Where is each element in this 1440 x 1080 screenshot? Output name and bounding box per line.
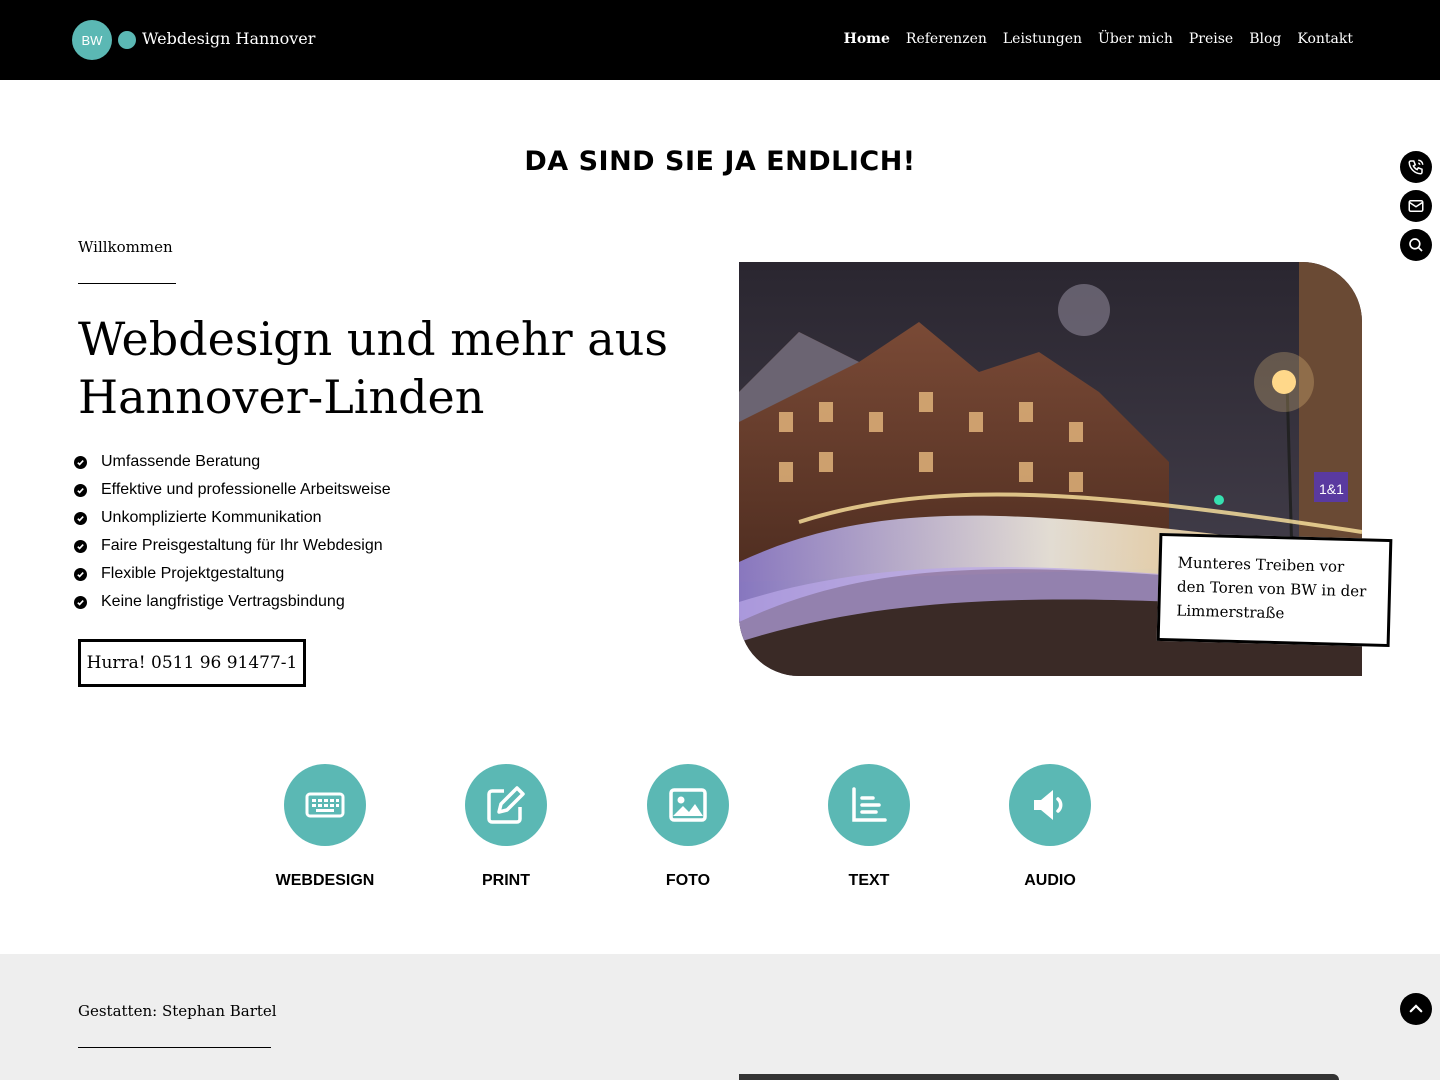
check-circle-icon bbox=[74, 539, 87, 553]
scroll-to-top-button[interactable] bbox=[1400, 993, 1432, 1025]
service-icon-circle bbox=[1009, 764, 1091, 846]
service-text[interactable]: TEXT bbox=[799, 764, 939, 890]
edit-icon bbox=[487, 786, 525, 824]
nav-leistungen[interactable]: Leistungen bbox=[1003, 31, 1082, 47]
service-audio[interactable]: AUDIO bbox=[980, 764, 1120, 890]
mail-button[interactable] bbox=[1400, 190, 1432, 222]
chart-icon bbox=[852, 787, 887, 822]
list-item: Effektive und professionelle Arbeitsweis… bbox=[74, 476, 391, 504]
nav-home[interactable]: Home bbox=[844, 31, 890, 47]
page-heading: DA SIND SIE JA ENDLICH! bbox=[524, 146, 916, 177]
about-photo bbox=[739, 1074, 1339, 1080]
feature-text: Faire Preisgestaltung für Ihr Webdesign bbox=[101, 537, 383, 554]
hero-title-line2: Hannover-Linden bbox=[78, 370, 485, 424]
nav-ueber-mich[interactable]: Über mich bbox=[1098, 31, 1173, 47]
welcome-kicker: Willkommen bbox=[78, 238, 173, 256]
service-foto[interactable]: FOTO bbox=[618, 764, 758, 890]
hero-title: Webdesign und mehr aus Hannover-Linden bbox=[78, 310, 698, 426]
kicker-divider bbox=[78, 283, 176, 284]
site-header: BW Webdesign Hannover Home Referenzen Le… bbox=[0, 0, 1440, 80]
list-item: Faire Preisgestaltung für Ihr Webdesign bbox=[74, 532, 391, 560]
feature-list: Umfassende Beratung Effektive und profes… bbox=[74, 448, 391, 616]
feature-text: Effektive und professionelle Arbeitsweis… bbox=[101, 481, 391, 498]
nav-referenzen[interactable]: Referenzen bbox=[906, 31, 987, 47]
nav-blog[interactable]: Blog bbox=[1249, 31, 1281, 47]
feature-text: Flexible Projektgestaltung bbox=[101, 565, 285, 582]
logo-dot-icon bbox=[118, 31, 136, 49]
service-label: WEBDESIGN bbox=[275, 872, 375, 889]
service-label: PRINT bbox=[482, 872, 530, 889]
speaker-icon bbox=[1034, 790, 1063, 820]
about-kicker-divider bbox=[78, 1047, 271, 1048]
service-icon-circle bbox=[647, 764, 729, 846]
nav-kontakt[interactable]: Kontakt bbox=[1297, 31, 1353, 47]
photo-caption: Munteres Treiben vor den Toren von BW in… bbox=[1156, 532, 1393, 648]
hero-title-line1: Webdesign und mehr aus bbox=[78, 312, 668, 366]
check-circle-icon bbox=[74, 567, 87, 581]
list-item: Unkomplizierte Kommunikation bbox=[74, 504, 391, 532]
service-icon-circle bbox=[465, 764, 547, 846]
shop-sign-text: 1&1 bbox=[1319, 481, 1344, 497]
service-print[interactable]: PRINT bbox=[436, 764, 576, 890]
check-circle-icon bbox=[74, 511, 87, 525]
check-circle-icon bbox=[74, 483, 87, 497]
feature-text: Keine langfristige Vertragsbindung bbox=[101, 593, 345, 610]
service-label: AUDIO bbox=[1024, 872, 1076, 889]
search-icon bbox=[1409, 238, 1423, 252]
nav-preise[interactable]: Preise bbox=[1189, 31, 1233, 47]
service-label: FOTO bbox=[665, 872, 711, 889]
check-circle-icon bbox=[74, 455, 87, 469]
image-icon bbox=[669, 788, 707, 822]
service-webdesign[interactable]: WEBDESIGN bbox=[255, 764, 395, 890]
service-icon-circle bbox=[828, 764, 910, 846]
service-label: TEXT bbox=[848, 872, 890, 889]
feature-text: Umfassende Beratung bbox=[101, 453, 261, 470]
list-item: Umfassende Beratung bbox=[74, 448, 391, 476]
about-kicker: Gestatten: Stephan Bartel bbox=[78, 1002, 277, 1020]
logo-text: Webdesign Hannover bbox=[142, 28, 316, 48]
main-nav: Home Referenzen Leistungen Über mich Pre… bbox=[844, 31, 1353, 47]
list-item: Keine langfristige Vertragsbindung bbox=[74, 588, 391, 616]
mail-icon bbox=[1408, 200, 1424, 212]
keyboard-icon bbox=[305, 792, 345, 818]
chevron-up-icon bbox=[1409, 1004, 1423, 1013]
search-button[interactable] bbox=[1400, 229, 1432, 261]
list-item: Flexible Projektgestaltung bbox=[74, 560, 391, 588]
check-circle-icon bbox=[74, 595, 87, 609]
feature-text: Unkomplizierte Kommunikation bbox=[101, 509, 322, 526]
site-logo[interactable]: BW Webdesign Hannover bbox=[72, 20, 315, 60]
service-icon-circle bbox=[284, 764, 366, 846]
logo-badge: BW bbox=[72, 20, 112, 60]
call-button[interactable]: Hurra! 0511 96 91477-1 bbox=[78, 639, 306, 687]
